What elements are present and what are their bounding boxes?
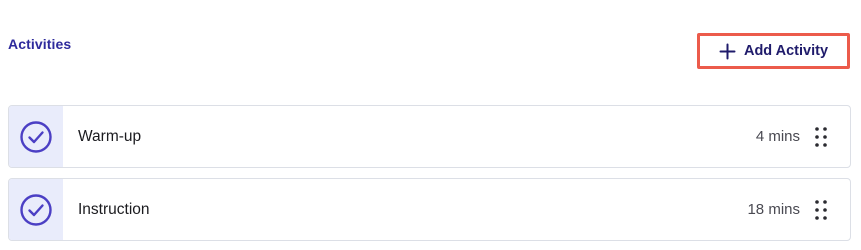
activity-name: Instruction	[78, 200, 150, 218]
check-circle-icon	[20, 120, 52, 153]
add-activity-label: Add Activity	[743, 43, 829, 59]
activities-section-title: Activities	[8, 36, 72, 52]
drag-handle-icon[interactable]	[814, 126, 828, 148]
check-circle-icon	[20, 193, 52, 226]
activity-name: Warm-up	[78, 127, 142, 145]
activity-status	[9, 106, 63, 167]
plus-icon	[719, 43, 736, 59]
activity-item[interactable]: Warm-up 4 mins	[8, 105, 851, 168]
drag-handle-icon[interactable]	[814, 199, 828, 221]
activity-item[interactable]: Instruction 18 mins	[8, 178, 851, 241]
activity-status	[9, 179, 63, 240]
add-activity-button[interactable]: Add Activity	[697, 33, 850, 69]
activity-duration: 4 mins	[755, 128, 800, 145]
activity-duration: 18 mins	[747, 201, 800, 218]
